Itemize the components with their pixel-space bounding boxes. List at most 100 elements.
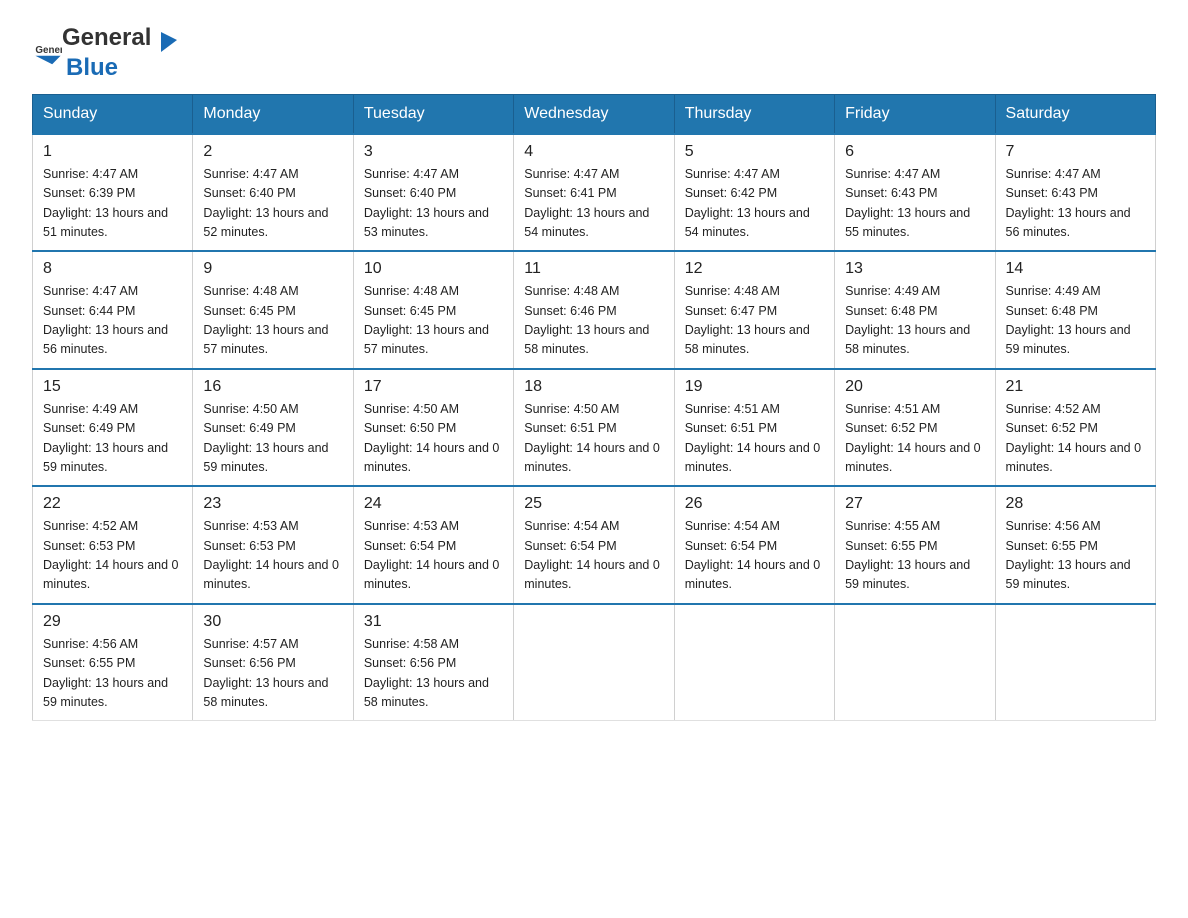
day-info: Sunrise: 4:53 AMSunset: 6:53 PMDaylight:… bbox=[203, 517, 342, 595]
day-number: 14 bbox=[1006, 260, 1145, 278]
calendar-cell: 27 Sunrise: 4:55 AMSunset: 6:55 PMDaylig… bbox=[835, 486, 995, 604]
logo: General General Blue bbox=[32, 24, 181, 82]
page-header: General General Blue bbox=[32, 24, 1156, 82]
calendar-cell: 26 Sunrise: 4:54 AMSunset: 6:54 PMDaylig… bbox=[674, 486, 834, 604]
day-info: Sunrise: 4:47 AMSunset: 6:42 PMDaylight:… bbox=[685, 165, 824, 243]
day-info: Sunrise: 4:51 AMSunset: 6:52 PMDaylight:… bbox=[845, 400, 984, 478]
day-number: 15 bbox=[43, 378, 182, 396]
day-number: 1 bbox=[43, 143, 182, 161]
logo-triangle-icon bbox=[153, 28, 179, 54]
day-number: 29 bbox=[43, 613, 182, 631]
calendar-cell: 5 Sunrise: 4:47 AMSunset: 6:42 PMDayligh… bbox=[674, 134, 834, 252]
day-number: 31 bbox=[364, 613, 503, 631]
day-number: 6 bbox=[845, 143, 984, 161]
day-number: 20 bbox=[845, 378, 984, 396]
calendar-cell: 14 Sunrise: 4:49 AMSunset: 6:48 PMDaylig… bbox=[995, 251, 1155, 369]
day-number: 17 bbox=[364, 378, 503, 396]
day-info: Sunrise: 4:47 AMSunset: 6:43 PMDaylight:… bbox=[1006, 165, 1145, 243]
calendar-cell: 2 Sunrise: 4:47 AMSunset: 6:40 PMDayligh… bbox=[193, 134, 353, 252]
day-info: Sunrise: 4:55 AMSunset: 6:55 PMDaylight:… bbox=[845, 517, 984, 595]
header-sunday: Sunday bbox=[33, 94, 193, 134]
day-number: 13 bbox=[845, 260, 984, 278]
calendar-cell: 25 Sunrise: 4:54 AMSunset: 6:54 PMDaylig… bbox=[514, 486, 674, 604]
day-number: 5 bbox=[685, 143, 824, 161]
day-number: 3 bbox=[364, 143, 503, 161]
day-info: Sunrise: 4:49 AMSunset: 6:48 PMDaylight:… bbox=[1006, 282, 1145, 360]
calendar-header-row: SundayMondayTuesdayWednesdayThursdayFrid… bbox=[33, 94, 1156, 134]
day-number: 23 bbox=[203, 495, 342, 513]
day-info: Sunrise: 4:47 AMSunset: 6:43 PMDaylight:… bbox=[845, 165, 984, 243]
calendar-cell: 18 Sunrise: 4:50 AMSunset: 6:51 PMDaylig… bbox=[514, 369, 674, 487]
header-monday: Monday bbox=[193, 94, 353, 134]
day-number: 26 bbox=[685, 495, 824, 513]
day-info: Sunrise: 4:50 AMSunset: 6:50 PMDaylight:… bbox=[364, 400, 503, 478]
day-info: Sunrise: 4:47 AMSunset: 6:40 PMDaylight:… bbox=[203, 165, 342, 243]
day-info: Sunrise: 4:57 AMSunset: 6:56 PMDaylight:… bbox=[203, 635, 342, 713]
day-info: Sunrise: 4:52 AMSunset: 6:53 PMDaylight:… bbox=[43, 517, 182, 595]
calendar-cell: 12 Sunrise: 4:48 AMSunset: 6:47 PMDaylig… bbox=[674, 251, 834, 369]
week-row-2: 8 Sunrise: 4:47 AMSunset: 6:44 PMDayligh… bbox=[33, 251, 1156, 369]
day-info: Sunrise: 4:48 AMSunset: 6:45 PMDaylight:… bbox=[364, 282, 503, 360]
calendar-cell: 1 Sunrise: 4:47 AMSunset: 6:39 PMDayligh… bbox=[33, 134, 193, 252]
calendar-cell: 7 Sunrise: 4:47 AMSunset: 6:43 PMDayligh… bbox=[995, 134, 1155, 252]
day-info: Sunrise: 4:56 AMSunset: 6:55 PMDaylight:… bbox=[1006, 517, 1145, 595]
calendar-cell: 20 Sunrise: 4:51 AMSunset: 6:52 PMDaylig… bbox=[835, 369, 995, 487]
day-number: 28 bbox=[1006, 495, 1145, 513]
calendar-cell: 23 Sunrise: 4:53 AMSunset: 6:53 PMDaylig… bbox=[193, 486, 353, 604]
day-number: 19 bbox=[685, 378, 824, 396]
calendar-cell: 13 Sunrise: 4:49 AMSunset: 6:48 PMDaylig… bbox=[835, 251, 995, 369]
calendar-cell: 9 Sunrise: 4:48 AMSunset: 6:45 PMDayligh… bbox=[193, 251, 353, 369]
calendar-cell: 30 Sunrise: 4:57 AMSunset: 6:56 PMDaylig… bbox=[193, 604, 353, 721]
calendar-cell: 4 Sunrise: 4:47 AMSunset: 6:41 PMDayligh… bbox=[514, 134, 674, 252]
logo-general-text: General bbox=[62, 24, 151, 51]
day-number: 11 bbox=[524, 260, 663, 278]
day-info: Sunrise: 4:48 AMSunset: 6:45 PMDaylight:… bbox=[203, 282, 342, 360]
calendar-cell: 28 Sunrise: 4:56 AMSunset: 6:55 PMDaylig… bbox=[995, 486, 1155, 604]
day-info: Sunrise: 4:48 AMSunset: 6:47 PMDaylight:… bbox=[685, 282, 824, 360]
header-thursday: Thursday bbox=[674, 94, 834, 134]
week-row-5: 29 Sunrise: 4:56 AMSunset: 6:55 PMDaylig… bbox=[33, 604, 1156, 721]
week-row-1: 1 Sunrise: 4:47 AMSunset: 6:39 PMDayligh… bbox=[33, 134, 1156, 252]
calendar-cell: 19 Sunrise: 4:51 AMSunset: 6:51 PMDaylig… bbox=[674, 369, 834, 487]
day-number: 8 bbox=[43, 260, 182, 278]
day-info: Sunrise: 4:53 AMSunset: 6:54 PMDaylight:… bbox=[364, 517, 503, 595]
day-number: 12 bbox=[685, 260, 824, 278]
day-number: 24 bbox=[364, 495, 503, 513]
header-tuesday: Tuesday bbox=[353, 94, 513, 134]
calendar-cell: 10 Sunrise: 4:48 AMSunset: 6:45 PMDaylig… bbox=[353, 251, 513, 369]
day-number: 9 bbox=[203, 260, 342, 278]
calendar-cell: 11 Sunrise: 4:48 AMSunset: 6:46 PMDaylig… bbox=[514, 251, 674, 369]
day-info: Sunrise: 4:47 AMSunset: 6:40 PMDaylight:… bbox=[364, 165, 503, 243]
day-number: 7 bbox=[1006, 143, 1145, 161]
day-info: Sunrise: 4:48 AMSunset: 6:46 PMDaylight:… bbox=[524, 282, 663, 360]
day-info: Sunrise: 4:54 AMSunset: 6:54 PMDaylight:… bbox=[685, 517, 824, 595]
calendar-cell: 16 Sunrise: 4:50 AMSunset: 6:49 PMDaylig… bbox=[193, 369, 353, 487]
calendar-cell: 22 Sunrise: 4:52 AMSunset: 6:53 PMDaylig… bbox=[33, 486, 193, 604]
calendar-cell: 15 Sunrise: 4:49 AMSunset: 6:49 PMDaylig… bbox=[33, 369, 193, 487]
day-info: Sunrise: 4:52 AMSunset: 6:52 PMDaylight:… bbox=[1006, 400, 1145, 478]
day-number: 22 bbox=[43, 495, 182, 513]
week-row-4: 22 Sunrise: 4:52 AMSunset: 6:53 PMDaylig… bbox=[33, 486, 1156, 604]
day-info: Sunrise: 4:56 AMSunset: 6:55 PMDaylight:… bbox=[43, 635, 182, 713]
calendar-cell bbox=[514, 604, 674, 721]
day-number: 30 bbox=[203, 613, 342, 631]
day-info: Sunrise: 4:47 AMSunset: 6:44 PMDaylight:… bbox=[43, 282, 182, 360]
day-info: Sunrise: 4:47 AMSunset: 6:39 PMDaylight:… bbox=[43, 165, 182, 243]
calendar-cell bbox=[995, 604, 1155, 721]
calendar-table: SundayMondayTuesdayWednesdayThursdayFrid… bbox=[32, 94, 1156, 722]
day-info: Sunrise: 4:47 AMSunset: 6:41 PMDaylight:… bbox=[524, 165, 663, 243]
day-info: Sunrise: 4:50 AMSunset: 6:51 PMDaylight:… bbox=[524, 400, 663, 478]
day-number: 4 bbox=[524, 143, 663, 161]
calendar-cell: 17 Sunrise: 4:50 AMSunset: 6:50 PMDaylig… bbox=[353, 369, 513, 487]
day-info: Sunrise: 4:51 AMSunset: 6:51 PMDaylight:… bbox=[685, 400, 824, 478]
calendar-cell: 8 Sunrise: 4:47 AMSunset: 6:44 PMDayligh… bbox=[33, 251, 193, 369]
day-number: 25 bbox=[524, 495, 663, 513]
day-info: Sunrise: 4:49 AMSunset: 6:49 PMDaylight:… bbox=[43, 400, 182, 478]
day-number: 10 bbox=[364, 260, 503, 278]
calendar-cell: 31 Sunrise: 4:58 AMSunset: 6:56 PMDaylig… bbox=[353, 604, 513, 721]
calendar-cell bbox=[674, 604, 834, 721]
calendar-cell: 6 Sunrise: 4:47 AMSunset: 6:43 PMDayligh… bbox=[835, 134, 995, 252]
week-row-3: 15 Sunrise: 4:49 AMSunset: 6:49 PMDaylig… bbox=[33, 369, 1156, 487]
day-info: Sunrise: 4:58 AMSunset: 6:56 PMDaylight:… bbox=[364, 635, 503, 713]
header-saturday: Saturday bbox=[995, 94, 1155, 134]
